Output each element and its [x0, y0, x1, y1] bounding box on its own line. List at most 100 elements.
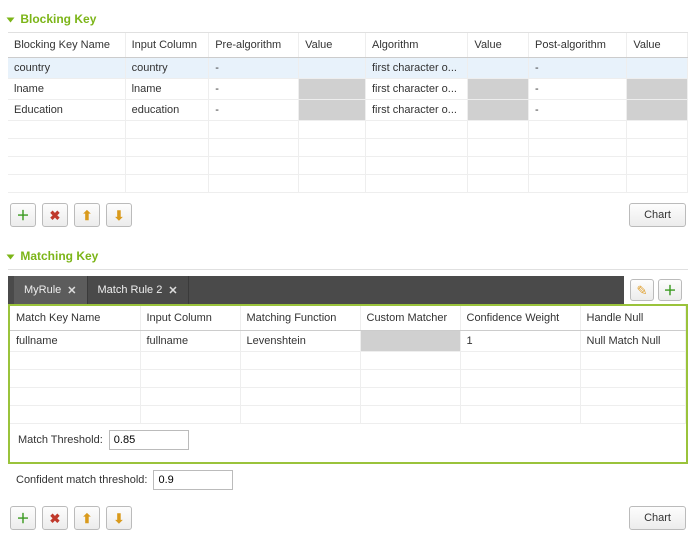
- cell[interactable]: [365, 139, 467, 157]
- th-custom-matcher[interactable]: Custom Matcher: [360, 306, 460, 331]
- cell[interactable]: [299, 175, 366, 193]
- cell[interactable]: [240, 406, 360, 424]
- cell[interactable]: [140, 388, 240, 406]
- cell[interactable]: [580, 388, 686, 406]
- th-value1[interactable]: Value: [299, 33, 366, 58]
- cell[interactable]: [360, 352, 460, 370]
- rule-tab[interactable]: Match Rule 2✕: [88, 276, 189, 304]
- cell[interactable]: [125, 121, 209, 139]
- cell[interactable]: [460, 370, 580, 388]
- table-row[interactable]: fullnamefullnameLevenshtein1Null Match N…: [10, 331, 686, 352]
- cell[interactable]: education: [125, 100, 209, 121]
- cell[interactable]: [365, 121, 467, 139]
- cell[interactable]: [360, 388, 460, 406]
- cell[interactable]: [140, 352, 240, 370]
- cell[interactable]: [580, 370, 686, 388]
- th-value2[interactable]: Value: [468, 33, 529, 58]
- cell[interactable]: [460, 352, 580, 370]
- cell[interactable]: lname: [8, 79, 125, 100]
- cell[interactable]: [468, 157, 529, 175]
- cell[interactable]: -: [529, 79, 627, 100]
- cell[interactable]: [299, 139, 366, 157]
- cell[interactable]: first character o...: [365, 100, 467, 121]
- cell[interactable]: [627, 157, 688, 175]
- cell[interactable]: [529, 121, 627, 139]
- cell[interactable]: [365, 175, 467, 193]
- table-row[interactable]: [10, 406, 686, 424]
- cell[interactable]: [580, 406, 686, 424]
- cell[interactable]: [468, 121, 529, 139]
- cell[interactable]: first character o...: [365, 79, 467, 100]
- cell[interactable]: [360, 331, 460, 352]
- cell[interactable]: [627, 121, 688, 139]
- cell[interactable]: fullname: [10, 331, 140, 352]
- cell[interactable]: [140, 370, 240, 388]
- cell[interactable]: [580, 352, 686, 370]
- th-handle-null[interactable]: Handle Null: [580, 306, 686, 331]
- cell[interactable]: [365, 157, 467, 175]
- edit-rule-button[interactable]: ✎: [630, 279, 654, 301]
- th-input-column[interactable]: Input Column: [125, 33, 209, 58]
- cell[interactable]: [125, 157, 209, 175]
- cell[interactable]: [209, 139, 299, 157]
- table-row[interactable]: lnamelname-first character o...-: [8, 79, 688, 100]
- add-button[interactable]: ＋: [10, 203, 36, 227]
- cell[interactable]: [468, 79, 529, 100]
- cell[interactable]: [8, 157, 125, 175]
- cell[interactable]: [468, 58, 529, 79]
- table-row[interactable]: [10, 352, 686, 370]
- cell[interactable]: [299, 79, 366, 100]
- cell[interactable]: [360, 370, 460, 388]
- cell[interactable]: [8, 121, 125, 139]
- cell[interactable]: 1: [460, 331, 580, 352]
- cell[interactable]: [627, 79, 688, 100]
- chart-button[interactable]: Chart: [629, 203, 686, 227]
- table-row[interactable]: [10, 388, 686, 406]
- table-row[interactable]: [8, 175, 688, 193]
- cell[interactable]: lname: [125, 79, 209, 100]
- cell[interactable]: [299, 157, 366, 175]
- cell[interactable]: -: [529, 58, 627, 79]
- matching-key-header[interactable]: Matching Key: [8, 245, 688, 270]
- cell[interactable]: [10, 370, 140, 388]
- confident-threshold-input[interactable]: [153, 470, 233, 490]
- table-row[interactable]: [10, 370, 686, 388]
- cell[interactable]: first character o...: [365, 58, 467, 79]
- th-post-algorithm[interactable]: Post-algorithm: [529, 33, 627, 58]
- move-up-button[interactable]: ⬆: [74, 203, 100, 227]
- cell[interactable]: Levenshtein: [240, 331, 360, 352]
- move-down-button[interactable]: ⬇: [106, 506, 132, 530]
- cell[interactable]: [125, 139, 209, 157]
- close-icon[interactable]: ✕: [67, 284, 76, 297]
- table-row[interactable]: [8, 121, 688, 139]
- cell[interactable]: fullname: [140, 331, 240, 352]
- cell[interactable]: Education: [8, 100, 125, 121]
- cell[interactable]: [10, 406, 140, 424]
- cell[interactable]: [209, 121, 299, 139]
- cell[interactable]: [240, 388, 360, 406]
- chart-button[interactable]: Chart: [629, 506, 686, 530]
- cell[interactable]: -: [209, 100, 299, 121]
- table-row[interactable]: [8, 139, 688, 157]
- cell[interactable]: [299, 121, 366, 139]
- add-button[interactable]: ＋: [10, 506, 36, 530]
- blocking-key-header[interactable]: Blocking Key: [8, 8, 688, 33]
- cell[interactable]: [360, 406, 460, 424]
- th-pre-algorithm[interactable]: Pre-algorithm: [209, 33, 299, 58]
- cell[interactable]: [529, 157, 627, 175]
- cell[interactable]: [627, 100, 688, 121]
- cell[interactable]: [299, 100, 366, 121]
- cell[interactable]: [8, 139, 125, 157]
- cell[interactable]: [529, 139, 627, 157]
- close-icon[interactable]: ✕: [168, 284, 177, 297]
- th-matching-function[interactable]: Matching Function: [240, 306, 360, 331]
- delete-button[interactable]: ✖: [42, 506, 68, 530]
- cell[interactable]: [10, 388, 140, 406]
- cell[interactable]: [299, 58, 366, 79]
- add-rule-button[interactable]: ＋: [658, 279, 682, 301]
- th-match-key-name[interactable]: Match Key Name: [10, 306, 140, 331]
- move-up-button[interactable]: ⬆: [74, 506, 100, 530]
- cell[interactable]: [8, 175, 125, 193]
- cell[interactable]: [468, 175, 529, 193]
- cell[interactable]: -: [529, 100, 627, 121]
